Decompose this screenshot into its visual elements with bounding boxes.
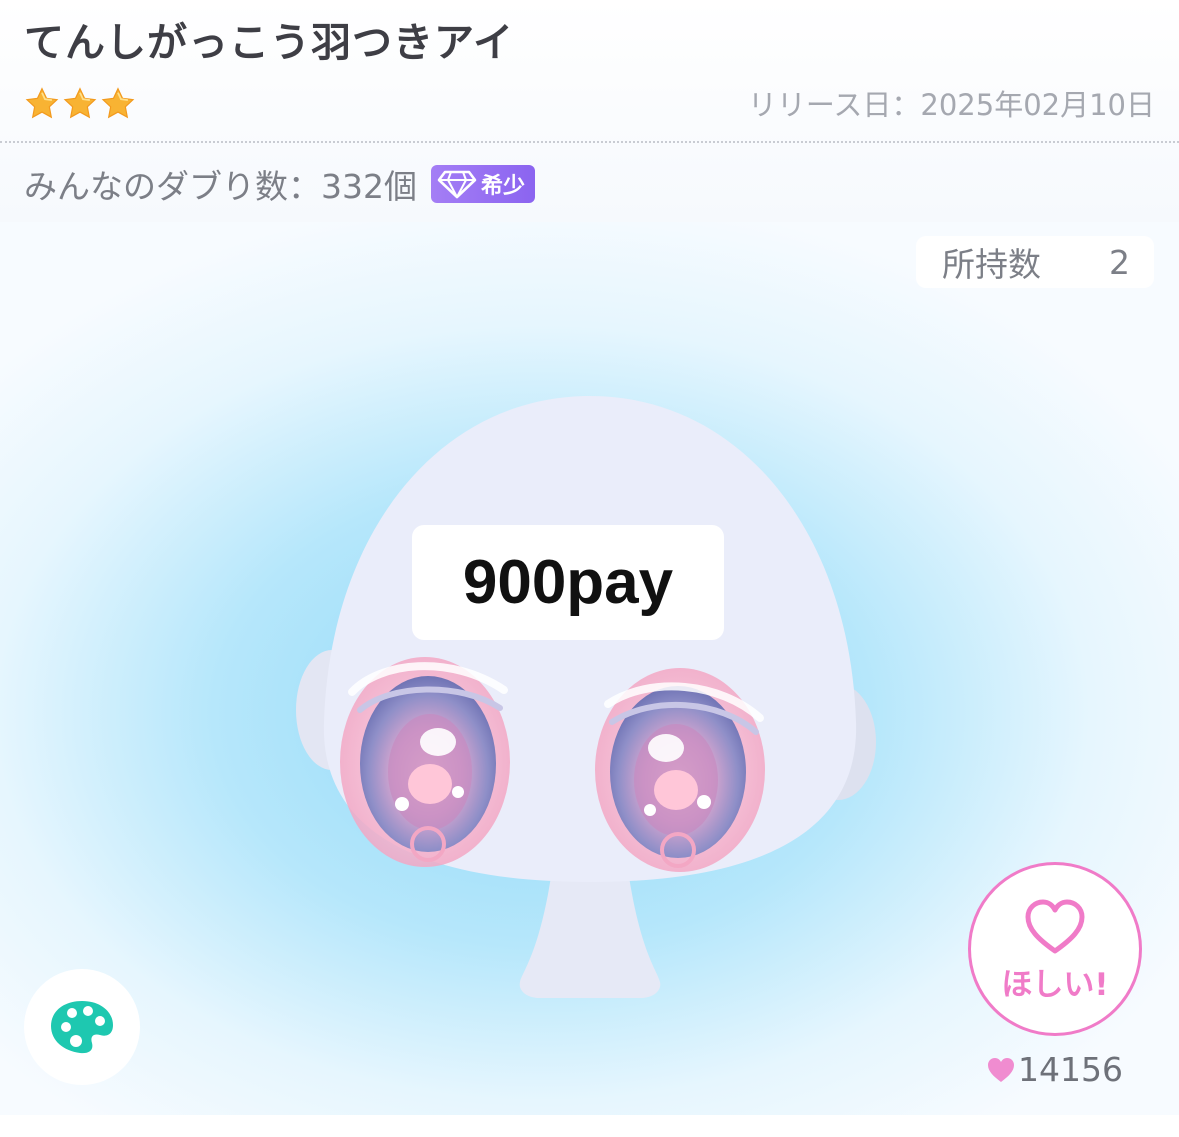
avatar-preview (296, 396, 876, 998)
star-icon (63, 87, 97, 119)
rarity-stars (24, 86, 136, 122)
owned-count-value: 2 (1109, 242, 1130, 282)
owned-count-pill: 所持数 2 (916, 236, 1154, 288)
item-header: てんしがっこう羽つきアイ リリース日：2025年02月10日 みんなのダブり数：… (0, 0, 1179, 222)
color-palette-button[interactable] (24, 969, 140, 1085)
dotted-divider (0, 141, 1179, 143)
avatar-eye-right (595, 668, 765, 872)
star-icon (25, 87, 59, 119)
item-detail-page: てんしがっこう羽つきアイ リリース日：2025年02月10日 みんなのダブり数：… (0, 0, 1179, 1137)
owned-count-label: 所持数 (942, 245, 1041, 284)
price-overlay-label: 900pay (412, 525, 724, 640)
item-preview-area: 所持数 2 900pay ほしい! 14156 (0, 222, 1179, 1115)
wish-button[interactable]: ほしい! (968, 862, 1142, 1036)
avatar-eye-left (340, 657, 510, 867)
bottom-strip (0, 1115, 1179, 1137)
wish-count-value: 14156 (1018, 1050, 1123, 1089)
rare-badge-label: 希少 (481, 174, 526, 199)
gem-icon (437, 170, 477, 199)
duplicate-count-row: みんなのダブり数：332個 希少 (24, 160, 536, 208)
heart-outline-icon (1025, 899, 1085, 953)
item-title: てんしがっこう羽つきアイ (24, 20, 514, 66)
palette-icon (51, 1001, 113, 1054)
wish-button-label: ほしい! (1001, 966, 1109, 1003)
release-date: リリース日：2025年02月10日 (747, 88, 1155, 122)
rare-badge: 希少 (431, 165, 536, 203)
heart-icon (988, 1057, 1014, 1082)
star-icon (101, 87, 135, 119)
duplicate-count-text: みんなのダブり数：332個 (24, 167, 417, 206)
wish-count: 14156 (986, 1050, 1123, 1089)
